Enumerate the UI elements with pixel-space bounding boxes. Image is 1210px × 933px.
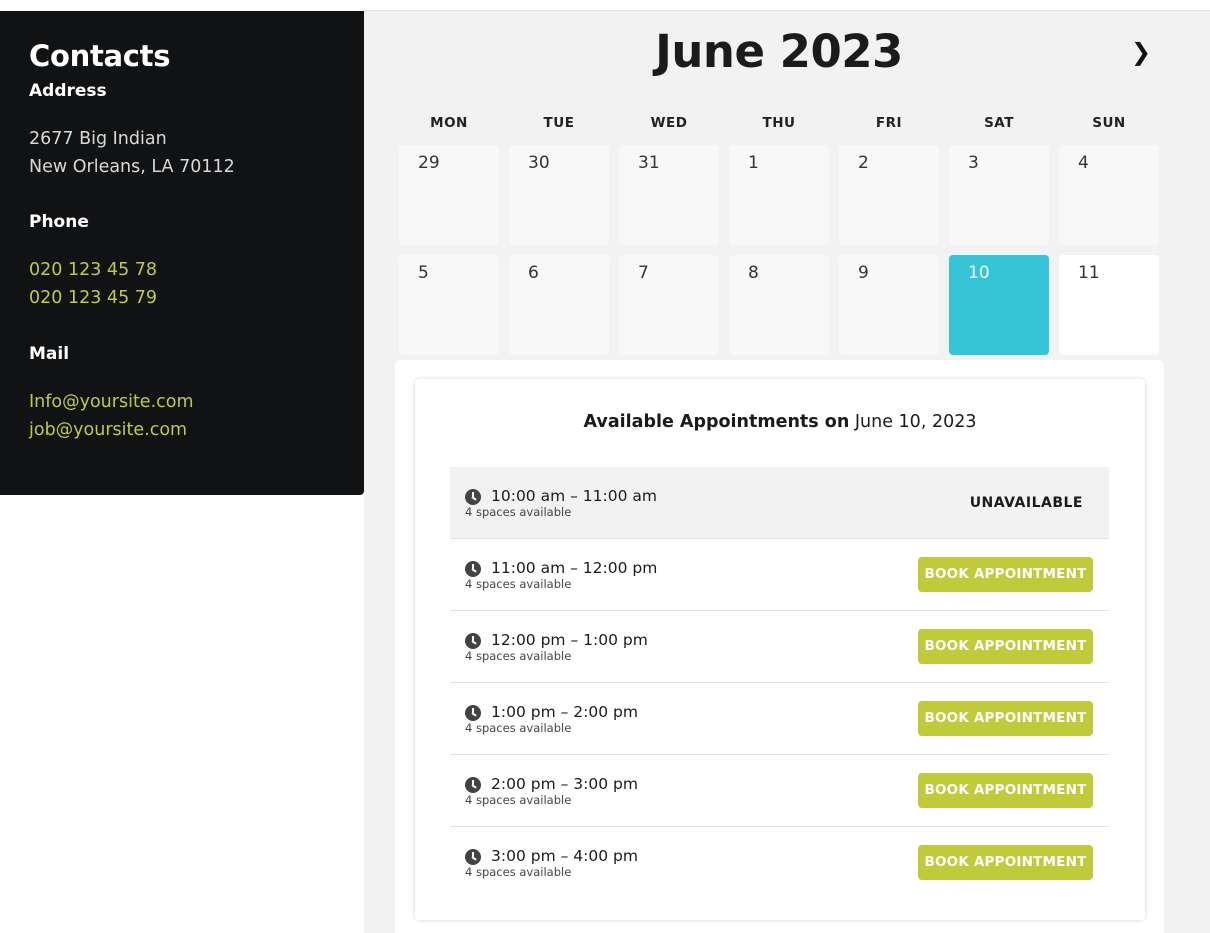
slot-time: 10:00 am – 11:00 am	[491, 487, 657, 505]
calendar-day[interactable]: 2	[839, 145, 939, 245]
next-month-button[interactable]: ❯	[1127, 37, 1155, 67]
weekday-label: MON	[430, 115, 468, 131]
time-slot: 12:00 pm – 1:00 pm 4 spaces available BO…	[450, 611, 1109, 683]
calendar-day[interactable]: 11	[1059, 255, 1159, 355]
calendar-day[interactable]: 29	[399, 145, 499, 245]
calendar-day[interactable]: 31	[619, 145, 719, 245]
appointments-card: Available Appointments on June 10, 2023 …	[415, 379, 1145, 920]
slot-time: 1:00 pm – 2:00 pm	[491, 703, 638, 721]
time-slot: 3:00 pm – 4:00 pm 4 spaces available BOO…	[450, 827, 1109, 899]
contacts-panel: Contacts Address 2677 Big Indian New Orl…	[0, 11, 364, 495]
book-appointment-button[interactable]: BOOK APPOINTMENT	[918, 557, 1093, 592]
phone-heading: Phone	[29, 212, 89, 232]
weekday-header: MON TUE WED THU FRI SAT SUN	[399, 115, 1159, 135]
clock-icon	[465, 489, 481, 505]
unavailable-label: UNAVAILABLE	[969, 495, 1083, 511]
calendar-day[interactable]: 7	[619, 255, 719, 355]
calendar-day[interactable]: 6	[509, 255, 609, 355]
month-title: June 2023	[655, 25, 903, 78]
calendar: June 2023 ❯ MON TUE WED THU FRI SAT SUN …	[364, 10, 1210, 933]
mail-block: Info@yoursite.com job@yoursite.com	[29, 388, 335, 444]
appointments-title-label: Available Appointments on	[583, 412, 850, 432]
slot-time: 12:00 pm – 1:00 pm	[491, 631, 648, 649]
calendar-day[interactable]: 8	[729, 255, 829, 355]
weekday-label: FRI	[875, 115, 903, 131]
slot-time: 2:00 pm – 3:00 pm	[491, 775, 638, 793]
weekday-label: TUE	[543, 115, 575, 131]
mail-heading: Mail	[29, 344, 70, 364]
appointments-title-date: June 10, 2023	[854, 412, 977, 432]
time-slot: 2:00 pm – 3:00 pm 4 spaces available BOO…	[450, 755, 1109, 827]
weekday-label: WED	[650, 115, 688, 131]
book-appointment-button[interactable]: BOOK APPOINTMENT	[918, 845, 1093, 880]
calendar-day[interactable]: 5	[399, 255, 499, 355]
calendar-day[interactable]: 4	[1059, 145, 1159, 245]
clock-icon	[465, 633, 481, 649]
slot-spaces: 4 spaces available	[465, 649, 572, 663]
address-line: 2677 Big Indian	[29, 129, 167, 149]
slot-spaces: 4 spaces available	[465, 577, 572, 591]
calendar-day[interactable]: 30	[509, 145, 609, 245]
clock-icon	[465, 849, 481, 865]
phone-link[interactable]: 020 123 45 79	[29, 284, 335, 312]
contacts-title: Contacts	[29, 39, 171, 73]
email-link[interactable]: job@yoursite.com	[29, 416, 335, 444]
slot-time: 3:00 pm – 4:00 pm	[491, 847, 638, 865]
chevron-right-icon: ❯	[1130, 38, 1152, 66]
address-block: 2677 Big Indian New Orleans, LA 70112	[29, 125, 335, 181]
slot-time: 11:00 am – 12:00 pm	[491, 559, 658, 577]
calendar-day[interactable]: 9	[839, 255, 939, 355]
address-line: New Orleans, LA 70112	[29, 157, 235, 177]
phone-block: 020 123 45 78 020 123 45 79	[29, 256, 335, 312]
clock-icon	[465, 777, 481, 793]
clock-icon	[465, 561, 481, 577]
book-appointment-button[interactable]: BOOK APPOINTMENT	[918, 701, 1093, 736]
address-heading: Address	[29, 81, 107, 101]
appointments-section: Available Appointments on June 10, 2023 …	[395, 360, 1164, 933]
slot-spaces: 4 spaces available	[465, 865, 572, 879]
weekday-label: SUN	[1092, 115, 1126, 131]
calendar-day[interactable]: 3	[949, 145, 1049, 245]
phone-link[interactable]: 020 123 45 78	[29, 256, 335, 284]
slot-spaces: 4 spaces available	[465, 793, 572, 807]
book-appointment-button[interactable]: BOOK APPOINTMENT	[918, 629, 1093, 664]
calendar-day-selected[interactable]: 10	[949, 255, 1049, 355]
weekday-label: THU	[762, 115, 796, 131]
time-slot: 1:00 pm – 2:00 pm 4 spaces available BOO…	[450, 683, 1109, 755]
slot-spaces: 4 spaces available	[465, 721, 572, 735]
calendar-day[interactable]: 1	[729, 145, 829, 245]
clock-icon	[465, 705, 481, 721]
time-slot: 11:00 am – 12:00 pm 4 spaces available B…	[450, 539, 1109, 611]
time-slot: 10:00 am – 11:00 am 4 spaces available U…	[450, 467, 1109, 539]
slot-spaces: 4 spaces available	[465, 505, 572, 519]
appointments-title: Available Appointments on June 10, 2023	[415, 412, 1145, 432]
email-link[interactable]: Info@yoursite.com	[29, 388, 335, 416]
book-appointment-button[interactable]: BOOK APPOINTMENT	[918, 773, 1093, 808]
weekday-label: SAT	[984, 115, 1014, 131]
